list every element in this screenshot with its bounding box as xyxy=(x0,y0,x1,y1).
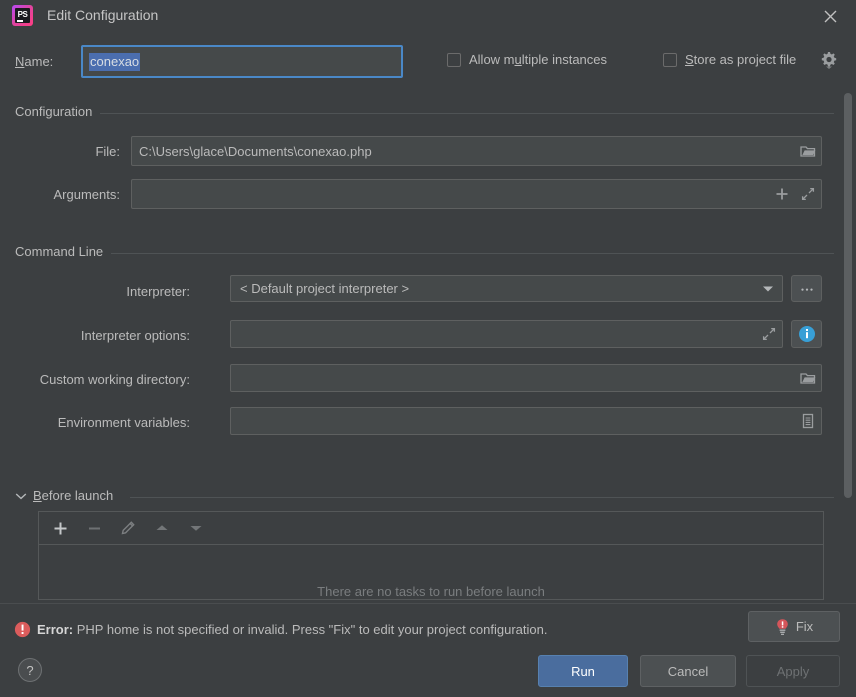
environment-variables-label: Environment variables: xyxy=(57,415,190,430)
arguments-label: Arguments: xyxy=(53,187,120,202)
pencil-icon xyxy=(121,521,135,535)
store-settings-gear-button[interactable] xyxy=(819,50,839,70)
arguments-expand-button[interactable] xyxy=(795,180,821,208)
allow-multiple-instances-label: Allow multiple instances xyxy=(469,52,608,67)
info-icon xyxy=(798,326,815,342)
file-input[interactable]: C:\Users\glace\Documents\conexao.php xyxy=(131,136,822,166)
folder-icon xyxy=(800,146,816,157)
move-up-button[interactable] xyxy=(151,517,173,539)
edit-task-button[interactable] xyxy=(117,517,139,539)
minus-icon xyxy=(88,527,100,529)
apply-button[interactable]: Apply xyxy=(746,655,840,687)
run-button[interactable]: Run xyxy=(538,655,628,687)
error-icon xyxy=(14,621,31,638)
before-launch-toolbar xyxy=(39,512,823,545)
fix-button-label: Fix xyxy=(795,619,814,634)
phpstorm-logo-bar xyxy=(17,20,23,22)
ellipsis-icon xyxy=(800,288,813,291)
cancel-button[interactable]: Cancel xyxy=(640,655,736,687)
chevron-down-icon xyxy=(763,286,773,291)
working-directory-label: Custom working directory: xyxy=(39,372,190,387)
move-down-button[interactable] xyxy=(185,517,207,539)
folder-icon xyxy=(800,373,816,384)
name-label-rest: ame: xyxy=(24,54,54,69)
store-as-project-file-checkbox-box xyxy=(663,52,677,67)
list-icon xyxy=(802,413,814,429)
before-launch-divider xyxy=(130,497,834,498)
interpreter-label: Interpreter: xyxy=(126,284,190,299)
close-button[interactable] xyxy=(804,0,856,32)
before-launch-chevron xyxy=(15,492,27,500)
name-label: Name: xyxy=(15,54,53,69)
interpreter-options-input[interactable] xyxy=(230,320,783,348)
lightbulb-error-icon xyxy=(777,618,788,635)
chevron-down-icon xyxy=(15,492,27,499)
allow-multiple-instances-checkbox[interactable]: Allow multiple instances xyxy=(447,52,607,67)
dialog-title: Edit Configuration xyxy=(47,7,159,23)
configuration-section-header: Configuration xyxy=(0,104,856,120)
interpreter-select-arrow xyxy=(754,285,782,293)
before-launch-empty-text: There are no tasks to run before launch xyxy=(317,584,545,599)
before-launch-toggle[interactable]: Before launch xyxy=(15,488,113,503)
file-input-value: C:\Users\glace\Documents\conexao.php xyxy=(139,143,372,159)
interpreter-options-info-button[interactable] xyxy=(791,320,822,348)
error-detail: PHP home is not specified or invalid. Pr… xyxy=(76,622,548,637)
dialog-titlebar: PS Edit Configuration xyxy=(0,0,856,32)
dialog-scrollbar-track[interactable] xyxy=(843,92,852,592)
store-as-project-file-label: Store as project file xyxy=(685,52,797,67)
fix-button[interactable]: Fix xyxy=(748,611,840,642)
file-label: File: xyxy=(95,144,120,159)
expand-icon xyxy=(801,187,815,201)
allow-multiple-instances-checkbox-box xyxy=(447,52,461,67)
run-button-label: Run xyxy=(571,663,595,679)
error-icon-wrap xyxy=(14,621,31,641)
interpreter-options-expand-button[interactable] xyxy=(756,321,782,347)
environment-variables-edit-button[interactable] xyxy=(795,408,821,434)
arrow-up-icon xyxy=(156,525,168,530)
command-line-section-title: Command Line xyxy=(15,244,112,259)
configuration-section-divider xyxy=(15,113,834,114)
arguments-add-button[interactable] xyxy=(769,180,795,208)
file-browse-button[interactable] xyxy=(795,137,821,165)
environment-variables-input[interactable] xyxy=(230,407,822,435)
interpreter-select-value: < Default project interpreter > xyxy=(240,281,410,296)
command-line-section-divider xyxy=(15,253,834,254)
name-input[interactable]: conexao xyxy=(81,45,403,78)
gear-dropdown-icon xyxy=(821,52,837,69)
interpreter-select[interactable]: < Default project interpreter > xyxy=(230,275,783,302)
interpreter-more-button[interactable] xyxy=(791,275,822,302)
store-as-project-file-checkbox[interactable]: Store as project file xyxy=(663,52,796,67)
error-message: Error: PHP home is not specified or inva… xyxy=(37,622,547,637)
configuration-section-title: Configuration xyxy=(15,104,101,119)
before-launch-panel: There are no tasks to run before launch xyxy=(38,511,824,600)
error-bar: Error: PHP home is not specified or inva… xyxy=(0,603,856,650)
help-button-label: ? xyxy=(26,662,34,678)
phpstorm-logo-icon: PS xyxy=(12,5,33,26)
arrow-down-icon xyxy=(190,526,202,531)
plus-icon xyxy=(54,522,66,534)
expand-icon xyxy=(762,327,776,341)
remove-task-button[interactable] xyxy=(83,517,105,539)
working-directory-browse-button[interactable] xyxy=(795,365,821,391)
help-button[interactable]: ? xyxy=(18,658,42,682)
working-directory-input[interactable] xyxy=(230,364,822,392)
apply-button-label: Apply xyxy=(776,663,810,679)
plus-icon xyxy=(776,188,788,200)
arguments-input[interactable] xyxy=(131,179,822,209)
cancel-button-label: Cancel xyxy=(667,663,709,679)
command-line-section-header: Command Line xyxy=(0,244,856,260)
name-label-mnemonic: N xyxy=(15,54,25,69)
add-task-button[interactable] xyxy=(49,517,71,539)
dialog-scrollbar-thumb[interactable] xyxy=(844,93,852,498)
before-launch-title: Before launch xyxy=(33,488,114,503)
close-icon xyxy=(824,10,836,22)
interpreter-options-label: Interpreter options: xyxy=(80,328,190,343)
error-prefix: Error: xyxy=(37,622,74,637)
name-input-value: conexao xyxy=(89,52,141,71)
